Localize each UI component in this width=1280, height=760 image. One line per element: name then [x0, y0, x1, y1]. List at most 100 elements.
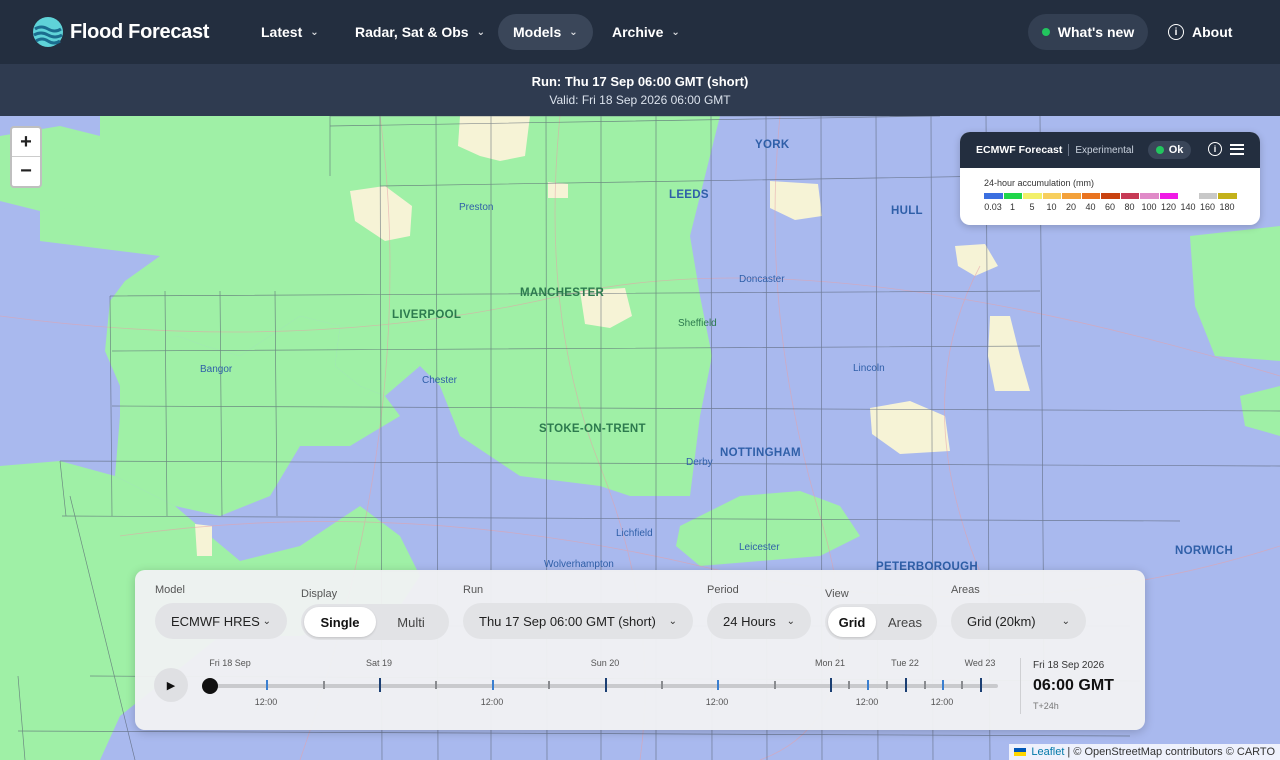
whats-new-button[interactable]: What's new [1028, 14, 1148, 50]
view-toggle: Grid Areas [825, 604, 937, 640]
place-wolverhampton: Wolverhampton [544, 559, 614, 570]
status-pill: Ok [1147, 141, 1192, 159]
scale-swatch [1120, 193, 1139, 199]
scale-label: 60 [1104, 202, 1116, 212]
scale-label: 0.03 [984, 202, 1002, 212]
map-attribution: Leaflet | © OpenStreetMap contributors ©… [1009, 744, 1280, 760]
chevron-down-icon: ⌄ [310, 26, 319, 38]
info-icon[interactable]: i [1208, 142, 1222, 156]
place-manchester: MANCHESTER [520, 287, 605, 299]
scale-swatch [1081, 193, 1100, 199]
info-icon: i [1168, 24, 1184, 40]
display-single-option[interactable]: Single [304, 607, 376, 637]
timeline-handle[interactable] [202, 678, 218, 694]
zoom-out-button[interactable]: − [12, 157, 40, 186]
nav-archive[interactable]: Archive ⌄ [597, 14, 695, 50]
status-dot-icon [1041, 28, 1050, 36]
scale-label: 40 [1085, 202, 1096, 212]
nav-latest[interactable]: Latest ⌄ [246, 14, 334, 50]
place-preston: Preston [459, 202, 494, 213]
nav-radar-sat-obs[interactable]: Radar, Sat & Obs ⌄ [340, 14, 500, 50]
timeline-divider [1020, 658, 1021, 714]
place-doncaster: Doncaster [739, 274, 785, 285]
place-sheffield: Sheffield [678, 318, 717, 329]
timeline-hour-label: 12:00 [480, 697, 504, 707]
timeline-minor-tick [961, 681, 963, 689]
scale-swatch [1179, 193, 1198, 199]
nav-models[interactable]: Models ⌄ [498, 14, 593, 50]
timeline-hour-tick [867, 680, 869, 690]
timeline-hour-tick [492, 680, 494, 690]
scale-swatch [1101, 193, 1120, 199]
timeline-day-label: Tue 22 [891, 658, 919, 668]
timeline-day-label: Wed 23 [964, 658, 996, 668]
waves-logo-icon [33, 17, 63, 47]
place-bangor: Bangor [200, 364, 233, 375]
nav-archive-label: Archive [612, 24, 664, 40]
nav-radar-label: Radar, Sat & Obs [355, 24, 469, 40]
timeline-hour-label: 12:00 [254, 697, 278, 707]
place-hull: HULL [891, 205, 923, 217]
display-toggle: Single Multi [301, 604, 449, 640]
areas-value: Grid (20km) [967, 613, 1036, 629]
scale-label: 180 [1219, 202, 1235, 212]
run-value: Thu 17 Sep 06:00 GMT (short) [479, 613, 656, 629]
place-lichfield: Lichfield [616, 528, 653, 539]
timeline-hour-tick [266, 680, 268, 690]
rain-area-leicester [676, 491, 860, 566]
play-button[interactable]: ▶ [154, 668, 188, 702]
about-label: About [1192, 24, 1233, 40]
chevron-down-icon: ⌄ [1061, 615, 1070, 627]
timeline-day-tick [379, 678, 381, 692]
legend-card: ECMWF Forecast Experimental Ok i 24-hour… [960, 132, 1260, 225]
chevron-down-icon: ⌄ [668, 615, 677, 627]
model-select[interactable]: ECMWF HRES ⌄ [155, 603, 287, 639]
timeline-day-label: Fri 18 Sep [209, 658, 251, 668]
run-select[interactable]: Thu 17 Sep 06:00 GMT (short) ⌄ [463, 603, 693, 639]
scale-swatch [1062, 193, 1081, 199]
leaflet-link[interactable]: Leaflet [1031, 746, 1064, 758]
period-select[interactable]: 24 Hours ⌄ [707, 603, 811, 639]
scale-label: 80 [1124, 202, 1135, 212]
legend-header: ECMWF Forecast Experimental Ok i [960, 132, 1260, 168]
timeline-day-tick [905, 678, 907, 692]
place-leeds: LEEDS [669, 189, 709, 201]
ukraine-flag-icon [1014, 748, 1027, 756]
timeline-minor-tick [886, 681, 888, 689]
status-dot-icon [1155, 146, 1164, 154]
scale-label: 100 [1141, 202, 1157, 212]
zoom-in-button[interactable]: + [12, 128, 40, 157]
menu-icon[interactable] [1230, 143, 1244, 155]
legend-divider [1068, 144, 1070, 156]
top-nav: Flood Forecast Latest ⌄ Radar, Sat & Obs… [0, 0, 1280, 64]
play-icon: ▶ [166, 679, 176, 692]
timeline-hour-label: 12:00 [930, 697, 954, 707]
view-areas-option[interactable]: Areas [876, 607, 934, 637]
legend-title: ECMWF Forecast [976, 144, 1063, 156]
timeline-hour-label: 12:00 [705, 697, 729, 707]
chevron-down-icon: ⌄ [786, 615, 795, 627]
scale-label: 20 [1065, 202, 1077, 212]
scale-label: 160 [1199, 202, 1216, 212]
display-label: Display [301, 588, 338, 600]
period-label: Period [707, 584, 739, 596]
forecast-offset: T+24h [1033, 701, 1059, 711]
scale-label: 120 [1160, 202, 1177, 212]
timeline-hour-tick [942, 680, 944, 690]
timeline-track[interactable] [210, 684, 998, 688]
timeline-minor-tick [435, 681, 437, 689]
view-label: View [825, 588, 849, 600]
scale-label: 5 [1029, 202, 1035, 212]
view-grid-option[interactable]: Grid [828, 607, 876, 637]
logo[interactable]: Flood Forecast [32, 17, 209, 47]
scale-swatch [1198, 193, 1217, 199]
areas-select[interactable]: Grid (20km) ⌄ [951, 603, 1086, 639]
display-multi-option[interactable]: Multi [376, 607, 446, 637]
status-text: Ok [1168, 144, 1184, 156]
run-text: Run: Thu 17 Sep 06:00 GMT (short) [531, 74, 749, 89]
logo-text: Flood Forecast [70, 20, 210, 43]
model-label: Model [155, 584, 185, 596]
about-button[interactable]: i About [1168, 14, 1232, 50]
place-derby: Derby [686, 457, 713, 468]
scale-swatch [1042, 193, 1061, 199]
